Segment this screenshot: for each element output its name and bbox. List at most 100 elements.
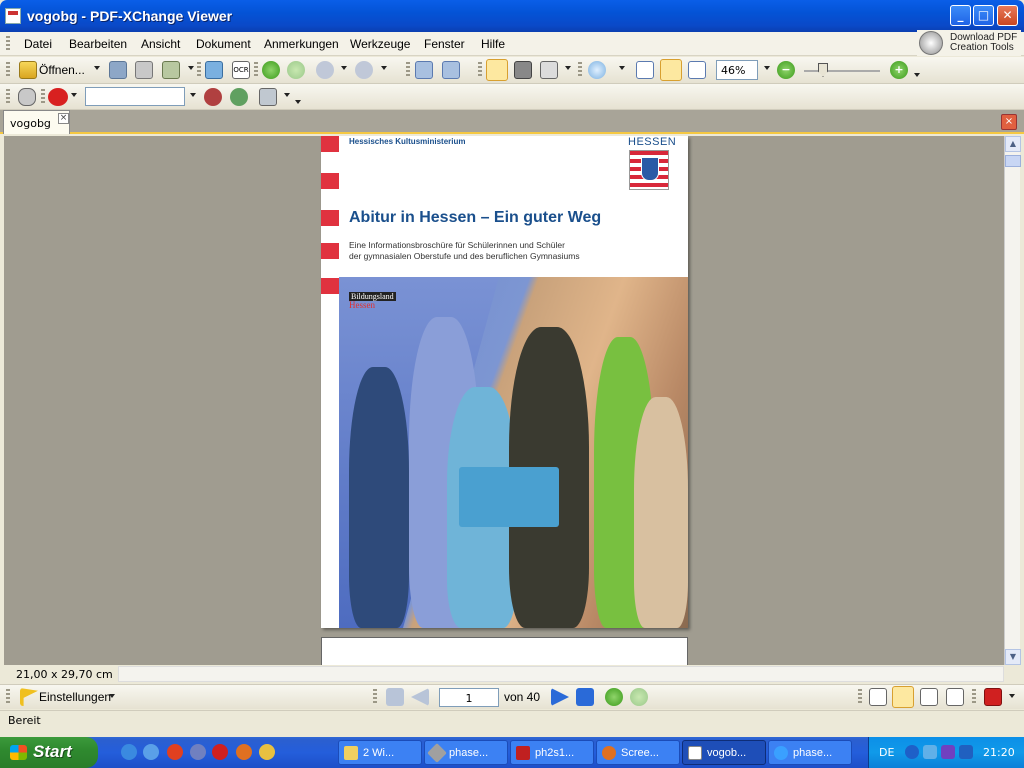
open-dropdown-icon[interactable]: [94, 66, 100, 70]
open-button[interactable]: Öffnen...: [39, 63, 85, 77]
menu-anmerkungen[interactable]: Anmerkungen: [264, 37, 339, 51]
toolbar-grip-7[interactable]: [6, 89, 10, 105]
title-bar[interactable]: vogobg - PDF-XChange Viewer _ □ ✕: [0, 0, 1024, 32]
navbar-grip-4[interactable]: [972, 689, 976, 705]
undo-icon[interactable]: [316, 61, 334, 79]
snapshot-icon[interactable]: [514, 61, 532, 79]
search-prev-icon[interactable]: [204, 88, 222, 106]
menu-bearbeiten[interactable]: Bearbeiten: [69, 37, 127, 51]
minimize-button[interactable]: _: [950, 5, 971, 26]
task-vogobg[interactable]: vogob...: [682, 740, 766, 765]
email-icon[interactable]: [162, 61, 180, 79]
menu-werkzeuge[interactable]: Werkzeuge: [350, 37, 410, 51]
network-icon[interactable]: [923, 745, 937, 759]
page-number-input[interactable]: 1: [439, 688, 499, 707]
quicklaunch-icon[interactable]: [143, 744, 159, 760]
continuous-page-icon[interactable]: [892, 686, 914, 708]
pdf-export-icon[interactable]: [984, 688, 1002, 706]
start-button[interactable]: Start: [0, 737, 98, 768]
menu-hilfe[interactable]: Hilfe: [481, 37, 505, 51]
zoom-out-icon[interactable]: −: [777, 61, 795, 79]
toolbar-overflow-icon[interactable]: [914, 73, 920, 77]
maximize-button[interactable]: □: [973, 5, 994, 26]
zoom-tool-dropdown-icon[interactable]: [619, 66, 625, 70]
navbar-grip-2[interactable]: [373, 689, 377, 705]
print-icon[interactable]: [135, 61, 153, 79]
tab-close-icon[interactable]: ×: [58, 113, 69, 124]
zoom-slider-thumb[interactable]: [818, 63, 828, 77]
task-explorer[interactable]: 2 Wi...: [338, 740, 422, 765]
highlight-icon[interactable]: [259, 88, 277, 106]
ask-search-icon[interactable]: [48, 88, 68, 106]
facing-pages-icon[interactable]: [920, 688, 938, 706]
task-phase-2[interactable]: phase...: [768, 740, 852, 765]
navbar-grip[interactable]: [6, 689, 10, 705]
undo-dropdown-icon[interactable]: [341, 66, 347, 70]
redo-icon[interactable]: [355, 61, 373, 79]
task-screenshot[interactable]: Scree...: [596, 740, 680, 765]
actual-size-icon[interactable]: [636, 61, 654, 79]
ocr-icon[interactable]: OCR: [232, 61, 250, 79]
last-page-icon[interactable]: [576, 688, 594, 706]
media-player-icon[interactable]: [190, 744, 206, 760]
zoom-level-dropdown-icon[interactable]: [764, 66, 770, 70]
ie-icon[interactable]: [121, 744, 137, 760]
settings-button[interactable]: Einstellungen: [39, 690, 111, 704]
tray-expand-icon[interactable]: [905, 745, 919, 759]
firefox-icon[interactable]: [167, 744, 183, 760]
rotate-right-icon[interactable]: [442, 61, 460, 79]
navbar-grip-3[interactable]: [858, 689, 862, 705]
highlight-dropdown-icon[interactable]: [284, 93, 290, 97]
close-document-icon[interactable]: ×: [1001, 114, 1017, 130]
prev-page-icon[interactable]: [411, 688, 429, 706]
task-phase-1[interactable]: phase...: [424, 740, 508, 765]
toolbar-grip-3[interactable]: [254, 62, 258, 78]
close-button[interactable]: ✕: [997, 5, 1018, 26]
document-viewport[interactable]: Hessisches Kultusministerium HESSEN Abit…: [4, 136, 1004, 665]
download-creation-tools[interactable]: Download PDF Creation Tools: [917, 30, 1021, 56]
scroll-down-icon[interactable]: ▼: [1005, 649, 1021, 665]
rotate-left-icon[interactable]: [415, 61, 433, 79]
text-select-icon[interactable]: [540, 61, 558, 79]
zoom-tool-icon[interactable]: [588, 61, 606, 79]
tray-app-icon[interactable]: [941, 745, 955, 759]
search-input[interactable]: [85, 87, 185, 106]
forward-arrow-icon[interactable]: [287, 61, 305, 79]
scroll-thumb[interactable]: [1005, 155, 1021, 167]
fit-width-icon[interactable]: [688, 61, 706, 79]
save-icon[interactable]: [109, 61, 127, 79]
toolbar-grip-8[interactable]: [41, 89, 45, 105]
scan-icon[interactable]: [205, 61, 223, 79]
zoom-level-input[interactable]: 46%: [716, 60, 758, 80]
firefox-alt-icon[interactable]: [236, 744, 252, 760]
back-arrow-icon[interactable]: [262, 61, 280, 79]
binoculars-icon[interactable]: [18, 88, 36, 106]
vertical-scrollbar[interactable]: ▲ ▼: [1004, 136, 1021, 665]
toolbar-grip-2[interactable]: [197, 62, 201, 78]
search-dropdown-icon[interactable]: [190, 93, 196, 97]
scroll-up-icon[interactable]: ▲: [1005, 136, 1021, 152]
task-filezilla[interactable]: ph2s1...: [510, 740, 594, 765]
menu-grip[interactable]: [6, 36, 10, 52]
first-page-icon[interactable]: [386, 688, 404, 706]
hand-tool-icon[interactable]: [486, 59, 508, 81]
toolbar-grip-6[interactable]: [578, 62, 582, 78]
settings-dropdown-icon[interactable]: [109, 694, 115, 698]
continuous-facing-icon[interactable]: [946, 688, 964, 706]
horizontal-scrollbar[interactable]: [118, 666, 1004, 682]
opera-icon[interactable]: [212, 744, 228, 760]
text-select-dropdown-icon[interactable]: [565, 66, 571, 70]
fit-page-icon[interactable]: [660, 59, 682, 81]
menu-dokument[interactable]: Dokument: [196, 37, 251, 51]
toolbar-grip-4[interactable]: [406, 62, 410, 78]
nav-forward-icon[interactable]: [630, 688, 648, 706]
next-page-icon[interactable]: [551, 688, 569, 706]
email-dropdown-icon[interactable]: [188, 66, 194, 70]
tab-vogobg[interactable]: vogobg ×: [3, 110, 70, 134]
toolbar2-overflow-icon[interactable]: [295, 100, 301, 104]
menu-ansicht[interactable]: Ansicht: [141, 37, 180, 51]
search-engine-dropdown-icon[interactable]: [71, 93, 77, 97]
nav-back-icon[interactable]: [605, 688, 623, 706]
zoom-slider-track[interactable]: [804, 70, 880, 72]
language-indicator[interactable]: DE: [879, 746, 894, 759]
